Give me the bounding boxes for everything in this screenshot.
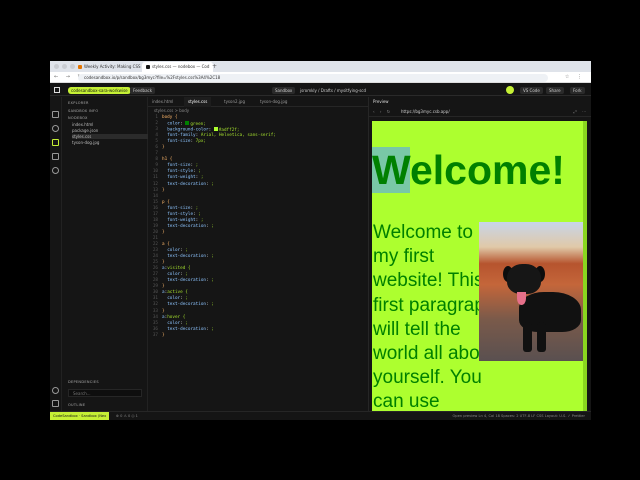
codesandbox-header: codesandbox-sara-workwise Feedback Sandb… xyxy=(50,84,591,96)
activity-bar xyxy=(50,97,62,411)
browser-tab-styles[interactable]: styles.css — nodebox — Cod xyxy=(142,62,214,72)
new-tab-button[interactable]: + xyxy=(212,62,217,72)
file-package-json[interactable]: package.json xyxy=(72,128,98,133)
code-line[interactable]: 37} xyxy=(148,333,368,339)
window-controls[interactable] xyxy=(54,64,75,69)
explorer-title: EXPLORER xyxy=(68,101,89,105)
browser-tab-weekly-activity[interactable]: Weekly Activity: Making CSS xyxy=(74,62,145,72)
share-button[interactable]: Share xyxy=(546,87,564,94)
status-problems[interactable]: ⊗ 0 ⚠ 0 ◎ 1 xyxy=(116,412,138,420)
codesandbox-logo-icon[interactable] xyxy=(54,87,60,93)
browser-tab-strip: Weekly Activity: Making CSS styles.css —… xyxy=(50,61,591,72)
avatar[interactable] xyxy=(506,86,514,94)
gear-icon[interactable] xyxy=(52,400,59,407)
address-bar: ← → ↻ codesandbox.io/p/sandbox/bg3myc?fi… xyxy=(50,72,591,83)
browser-toolbar-icons[interactable]: ☆ ⋮ xyxy=(565,73,585,82)
tab-styles-css[interactable]: styles.css xyxy=(184,97,212,107)
git-icon[interactable] xyxy=(52,139,59,146)
workspace-badge[interactable]: codesandbox-sara-workwise xyxy=(68,87,131,94)
file-styles-css[interactable]: styles.css xyxy=(72,134,148,139)
status-editor-info[interactable]: Open preview Ln 4, Col 18 Spaces: 2 UTF-… xyxy=(452,412,585,420)
preview-scrollbar[interactable] xyxy=(583,121,587,411)
preview-pane: Preview ‹ › ↻ https://bg3myc.csb.app/ ⤢ … xyxy=(368,97,591,411)
status-bar: CodeSandbox · Sandbox (Nex ⊗ 0 ⚠ 0 ◎ 1 O… xyxy=(50,411,591,420)
browser-window: Weekly Activity: Making CSS styles.css —… xyxy=(50,61,591,420)
preview-action-icons[interactable]: ⤢ ⋯ xyxy=(574,107,588,117)
tab-tyson2-jpg[interactable]: tyson2.jpg xyxy=(220,97,249,107)
vscode-button[interactable]: VS Code xyxy=(520,87,543,94)
account-icon[interactable] xyxy=(52,387,59,394)
dog-photo xyxy=(479,222,585,361)
status-sandbox-badge[interactable]: CodeSandbox · Sandbox (Nex xyxy=(50,412,110,420)
feedback-button[interactable]: Feedback xyxy=(130,87,156,94)
outline-section[interactable]: OUTLINE xyxy=(68,403,85,407)
url-field[interactable]: codesandbox.io/p/sandbox/bg3myc?file=%2F… xyxy=(78,73,548,82)
github-icon[interactable] xyxy=(52,167,59,174)
folder-nodebox[interactable]: NODEBOX xyxy=(68,116,88,120)
preview-tab[interactable]: Preview xyxy=(373,97,389,107)
file-index-html[interactable]: index.html xyxy=(72,122,93,127)
preview-url[interactable]: https://bg3myc.csb.app/ xyxy=(401,107,450,117)
explorer-sidebar: EXPLORER SANDBOX INFO NODEBOX index.html… xyxy=(62,97,148,411)
preview-nav-icons[interactable]: ‹ › ↻ xyxy=(373,107,392,117)
sandbox-badge[interactable]: Sandbox xyxy=(272,87,296,94)
extensions-icon[interactable] xyxy=(52,153,59,160)
sandbox-info-section[interactable]: SANDBOX INFO xyxy=(68,109,98,113)
editor-breadcrumb[interactable]: styles.css > body xyxy=(154,108,189,113)
rendered-website: Welcome! Welcome to my first website! Th… xyxy=(372,121,587,411)
codesandbox-favicon-icon xyxy=(146,65,150,69)
file-tyson-dog-jpg[interactable]: tyson-dog.jpg xyxy=(72,140,99,145)
tab-index-html[interactable]: index.html xyxy=(148,97,177,107)
fork-button[interactable]: Fork xyxy=(570,87,585,94)
files-icon[interactable] xyxy=(52,111,59,118)
project-breadcrumb[interactable]: jsromkly / Drafts / mysitfying-scd xyxy=(300,87,366,94)
code-lines[interactable]: 1 body {2 color: green; 3 background-color… xyxy=(148,115,368,339)
code-editor: index.html styles.css tyson2.jpg tyson-d… xyxy=(148,97,368,411)
search-icon[interactable] xyxy=(52,125,59,132)
dependencies-section[interactable]: DEPENDENCIES xyxy=(68,380,99,384)
dependencies-search-input[interactable]: Search... xyxy=(68,389,142,397)
page-title: Welcome! xyxy=(372,147,565,193)
tab-tyson-dog-jpg[interactable]: tyson-dog.jpg xyxy=(256,97,291,107)
tab-favicon-icon xyxy=(78,65,82,69)
editor-tabs: index.html styles.css tyson2.jpg tyson-d… xyxy=(148,97,368,107)
preview-toolbar: ‹ › ↻ https://bg3myc.csb.app/ ⤢ ⋯ xyxy=(369,107,591,117)
